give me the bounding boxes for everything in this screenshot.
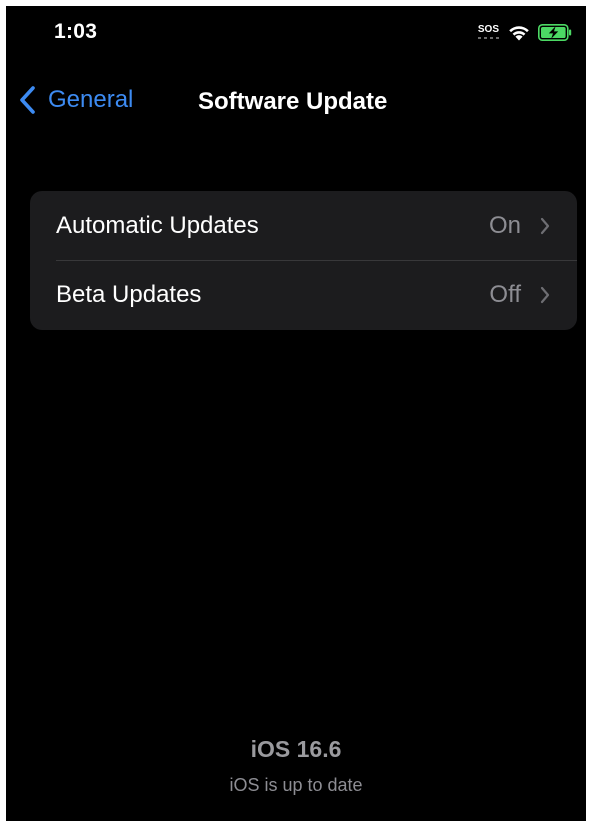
page-title: Software Update [198,88,388,115]
ios-version: iOS 16.6 [250,736,342,762]
status-time: 1:03 [54,20,98,43]
back-button[interactable]: General [18,82,133,118]
chevron-right-icon [540,286,550,304]
sos-label: SOS [477,24,499,35]
navigation-bar: General Software Update [6,74,586,126]
row-value: Off [489,281,521,308]
beta-updates-row[interactable]: Beta Updates Off [30,260,577,330]
row-label: Automatic Updates [56,211,259,239]
chevron-left-icon [20,86,35,114]
update-status: iOS is up to date [229,775,363,795]
wifi-icon [509,25,529,40]
automatic-updates-row[interactable]: Automatic Updates On [30,191,577,260]
signal-dots [477,37,499,39]
phone-screen: 1:03 SOS General Software Update Automat… [6,6,586,821]
battery-charging-icon [538,23,572,41]
sos-indicator: SOS [477,24,499,39]
settings-group: Automatic Updates On Beta Updates Off [30,191,577,330]
status-icons: SOS [477,22,572,42]
row-value: On [488,211,521,239]
back-label: General [48,86,134,113]
chevron-right-icon [540,217,550,234]
status-bar: 1:03 SOS [6,6,586,58]
row-label: Beta Updates [56,281,202,308]
